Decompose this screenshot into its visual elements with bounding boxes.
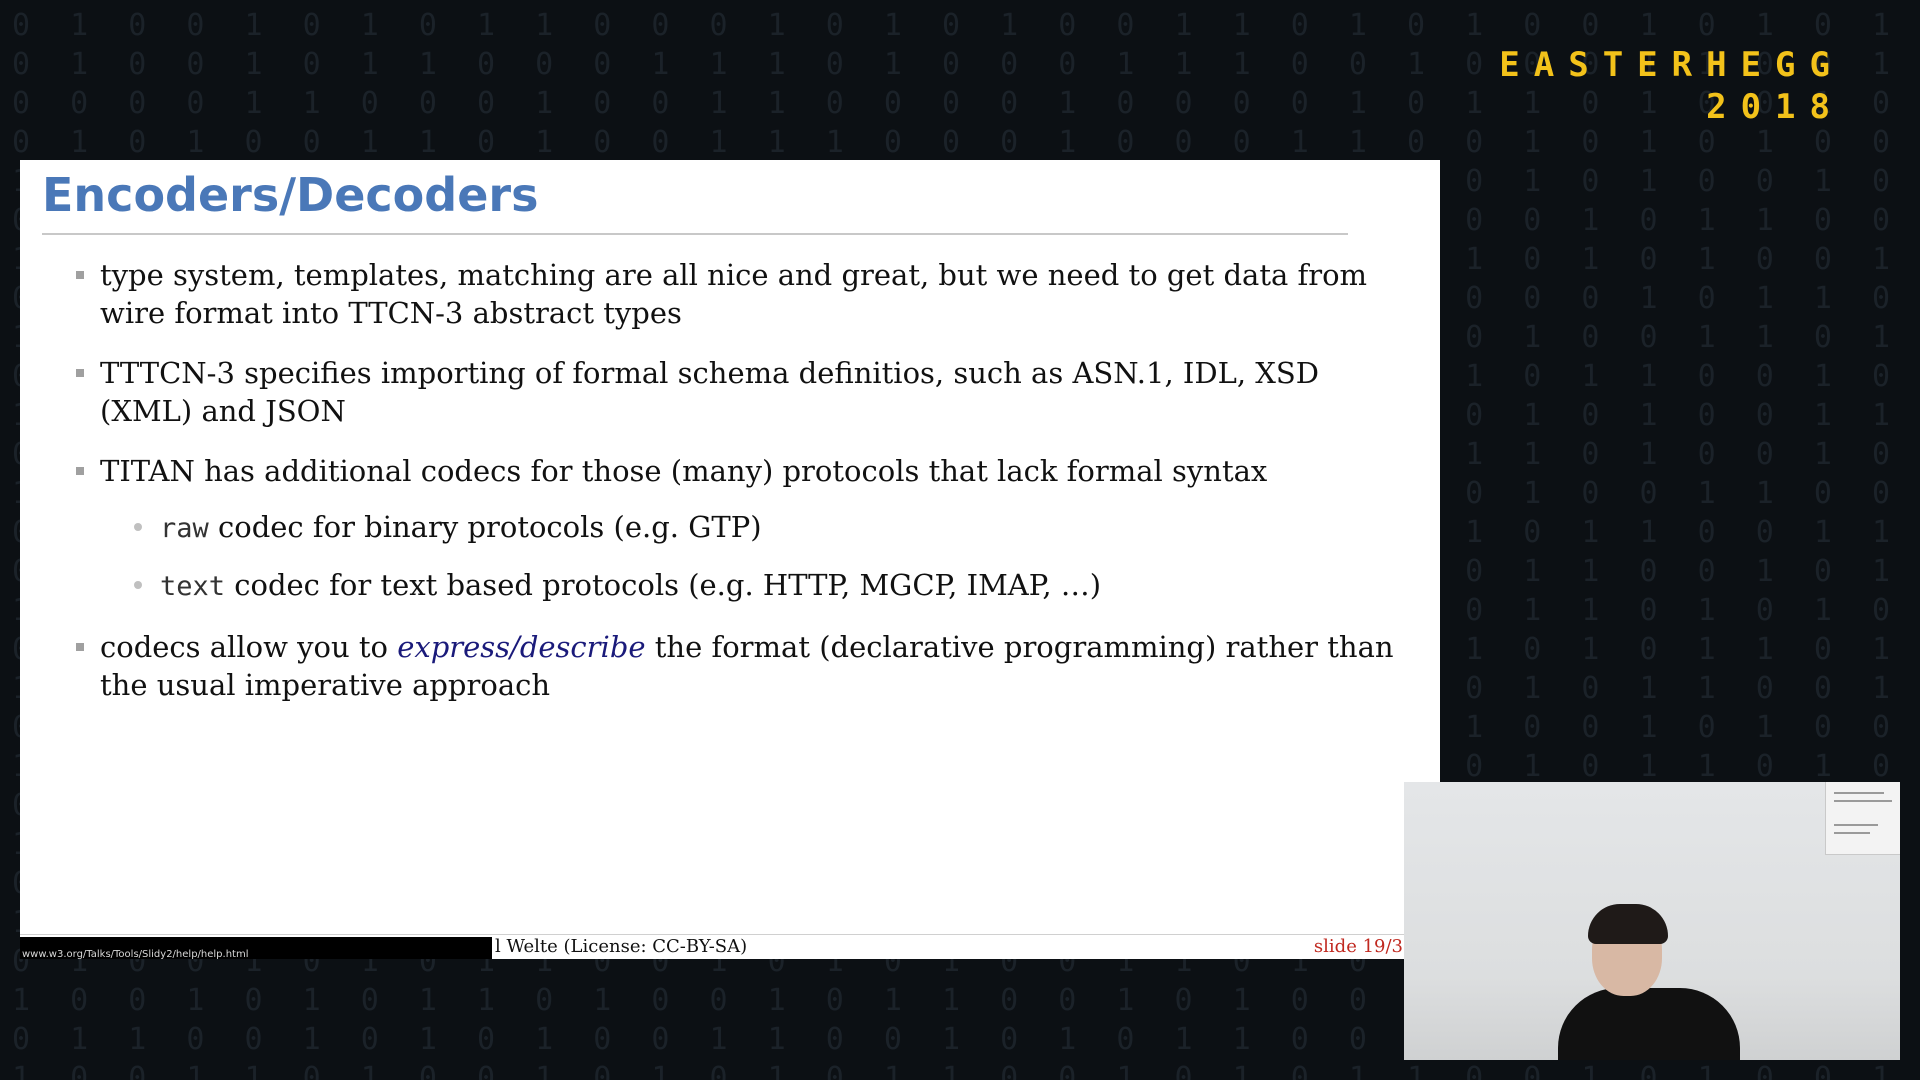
circle-bullet-icon (134, 523, 142, 531)
status-url: www.w3.org/Talks/Tools/Slidy2/help/help.… (22, 949, 249, 960)
slide-number: slide 19/3 (1313, 936, 1403, 957)
sub-bullet-item: raw codec for binary protocols (e.g. GTP… (100, 508, 1420, 548)
square-bullet-icon (76, 643, 84, 651)
square-bullet-icon (76, 271, 84, 279)
bullet-text: TTTCN-3 specifies importing of formal sc… (100, 356, 1320, 428)
wall-sign (1825, 782, 1900, 855)
slide-title: Encoders/Decoders (42, 168, 539, 222)
event-name: EASTERHEGG (1499, 45, 1844, 85)
emphasis-text: express/describe (397, 630, 646, 664)
slide: Encoders/Decoders type system, templates… (20, 160, 1440, 958)
title-divider (42, 233, 1348, 235)
event-year: 2018 (1706, 87, 1844, 127)
bullet-text-before: codecs allow you to (100, 630, 398, 664)
sub-bullet-text: codec for binary protocols (e.g. GTP) (208, 510, 762, 544)
bullet-text: type system, templates, matching are all… (100, 258, 1368, 330)
sub-bullet-list: raw codec for binary protocols (e.g. GTP… (100, 508, 1420, 606)
bullet-item: codecs allow you to express/describe the… (20, 628, 1420, 704)
speaker (1558, 900, 1740, 1060)
square-bullet-icon (76, 369, 84, 377)
bullet-list: type system, templates, matching are all… (20, 256, 1420, 726)
sub-bullet-text: codec for text based protocols (e.g. HTT… (225, 568, 1102, 602)
event-logo: EASTERHEGG 2018 (1499, 44, 1844, 128)
speaker-camera-feed (1404, 782, 1900, 1060)
bullet-item: TTTCN-3 specifies importing of formal sc… (20, 354, 1420, 430)
square-bullet-icon (76, 467, 84, 475)
bullet-item: type system, templates, matching are all… (20, 256, 1420, 332)
status-bar-overlay: www.w3.org/Talks/Tools/Slidy2/help/help.… (20, 937, 492, 960)
circle-bullet-icon (134, 581, 142, 589)
code-keyword: text (160, 571, 226, 602)
slide-footer: l Welte (License: CC-BY-SA) www.w3.org/T… (20, 934, 1405, 960)
bullet-text: TITAN has additional codecs for those (m… (100, 454, 1268, 488)
code-keyword: raw (160, 513, 209, 544)
footer-copyright: l Welte (License: CC-BY-SA) (495, 936, 748, 957)
sub-bullet-item: text codec for text based protocols (e.g… (100, 566, 1420, 606)
bullet-item: TITAN has additional codecs for those (m… (20, 452, 1420, 606)
